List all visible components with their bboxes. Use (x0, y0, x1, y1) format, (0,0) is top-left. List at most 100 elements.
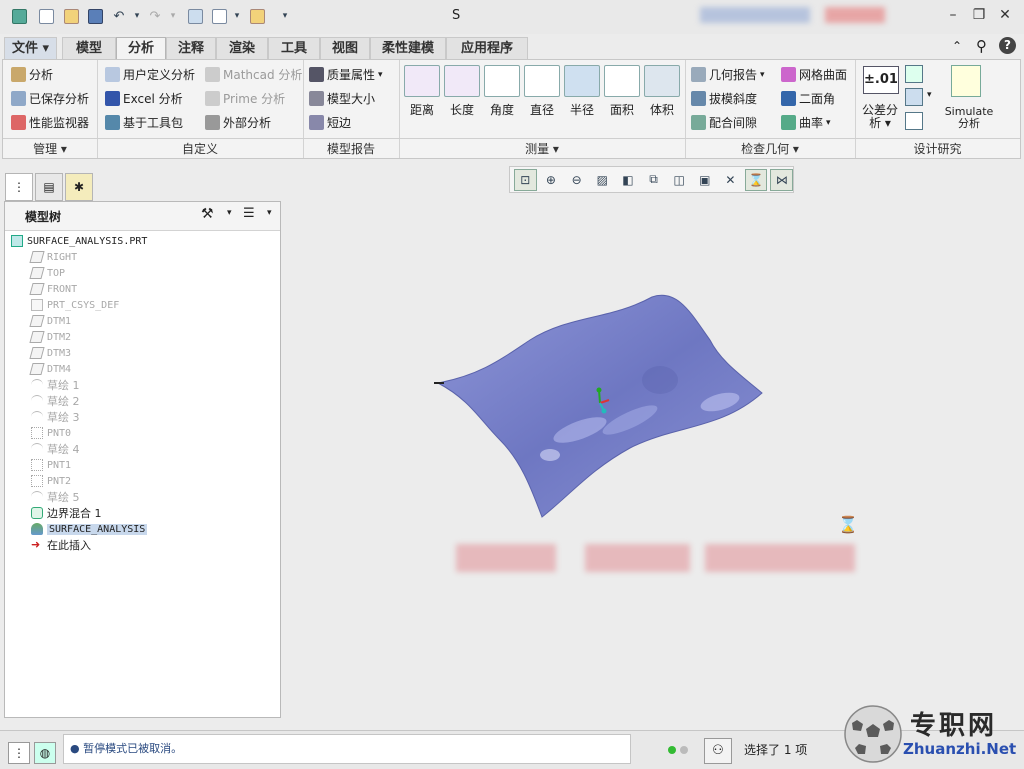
tree-item[interactable]: ➜ 在此插入 (31, 537, 91, 553)
tree-item[interactable]: RIGHT (29, 249, 77, 265)
save-icon[interactable] (86, 7, 104, 25)
mass-properties-button[interactable]: 质量属性 ▾ (309, 66, 383, 83)
tree-item[interactable]: 草绘 4 (31, 441, 80, 457)
collapse-ribbon-icon[interactable]: ⌃ (952, 39, 962, 53)
measure-area-button[interactable]: 面积 (603, 65, 641, 118)
tree-settings-dropdown-icon[interactable]: ▾ (227, 208, 232, 218)
feasibility-icon[interactable] (905, 112, 923, 130)
redo-dropdown-icon[interactable]: ▾ (164, 7, 182, 25)
curvature-button[interactable]: 曲率 ▾ (781, 114, 831, 131)
toggle-navigator-icon[interactable]: ⋮ (8, 742, 30, 764)
saved-orientations-icon[interactable]: ⧉ (642, 169, 665, 191)
minimize-icon[interactable]: – (944, 6, 962, 24)
sensitivity-icon[interactable] (905, 65, 923, 83)
user-defined-analysis-button[interactable]: 用户定义分析 (105, 66, 195, 83)
clearance-button[interactable]: 配合间隙 (691, 114, 757, 131)
tab-annotate[interactable]: 注释 (166, 37, 216, 59)
tree-item[interactable]: PRT_CSYS_DEF (31, 297, 119, 313)
tree-item[interactable]: SURFACE_ANALYSIS (31, 521, 148, 537)
close-window-icon[interactable] (248, 7, 266, 25)
optimization-icon[interactable] (905, 88, 923, 106)
group-measure-label[interactable]: 测量 ▾ (399, 138, 685, 159)
tab-view[interactable]: 视图 (320, 37, 370, 59)
geometry-report-button[interactable]: 几何报告 ▾ (691, 66, 765, 83)
tree-item[interactable]: DTM2 (29, 329, 71, 345)
refit-icon[interactable]: ⊡ (514, 168, 537, 191)
simulate-analysis-button[interactable]: Simulate 分析 (941, 106, 997, 130)
draft-button[interactable]: 拔模斜度 (691, 90, 757, 107)
search-icon[interactable]: ⚲ (976, 37, 987, 55)
windows-icon[interactable] (210, 7, 228, 25)
quick-access-menu-icon[interactable]: ▾ (276, 7, 294, 25)
restore-icon[interactable]: ❐ (970, 6, 988, 24)
tree-item[interactable]: DTM1 (29, 313, 71, 329)
tree-item[interactable]: 草绘 1 (31, 377, 80, 393)
toolkit-analysis-button[interactable]: 基于工具包 (105, 114, 183, 131)
dihedral-button[interactable]: 二面角 (781, 90, 835, 107)
tolerance-analysis-button[interactable]: 公差分析 ▾ (861, 104, 899, 130)
help-icon[interactable]: ? (999, 37, 1016, 54)
tab-analysis[interactable]: 分析 (116, 37, 166, 61)
measure-distance-button[interactable]: 距离 (403, 65, 441, 118)
tree-item[interactable]: 草绘 2 (31, 393, 80, 409)
excel-analysis-button[interactable]: Excel 分析 (105, 90, 183, 107)
tree-show-icon[interactable]: ☰ (243, 206, 255, 221)
undo-dropdown-icon[interactable]: ▾ (128, 7, 146, 25)
tab-tools[interactable]: 工具 (268, 37, 320, 59)
measure-diameter-button[interactable]: 直径 (523, 65, 561, 118)
toggle-browser-icon[interactable]: ◍ (34, 742, 56, 764)
tree-item[interactable]: 草绘 5 (31, 489, 80, 505)
windows-dropdown-icon[interactable]: ▾ (228, 7, 246, 25)
redo-icon[interactable]: ↷ (146, 7, 164, 25)
view-manager-icon[interactable]: ◫ (668, 169, 691, 191)
surface-model[interactable] (420, 280, 780, 530)
prime-analysis-button[interactable]: Prime 分析 (205, 90, 285, 107)
tree-item[interactable]: TOP (29, 265, 65, 281)
tree-root[interactable]: SURFACE_ANALYSIS.PRT (11, 233, 147, 249)
new-file-icon[interactable] (37, 7, 55, 25)
tab-file[interactable]: 文件 ▾ (4, 37, 57, 59)
annotation-display-icon[interactable]: ⌛ (744, 168, 768, 191)
perspective-icon[interactable]: ▣ (693, 169, 716, 191)
close-icon[interactable]: ✕ (996, 6, 1014, 24)
tree-item[interactable]: PNT1 (31, 457, 71, 473)
tab-model[interactable]: 模型 (62, 37, 116, 59)
measure-angle-button[interactable]: 角度 (483, 65, 521, 118)
external-analysis-button[interactable]: 外部分析 (205, 114, 271, 131)
tree-item[interactable]: PNT0 (31, 425, 71, 441)
analysis-button[interactable]: 分析 (11, 66, 53, 83)
favorites-tab-icon[interactable]: ✱ (65, 173, 93, 201)
spin-center-icon[interactable]: ⋈ (770, 168, 794, 191)
group-inspect-label[interactable]: 检查几何 ▾ (685, 138, 855, 159)
model-tree-tab-icon[interactable]: ⋮ (5, 173, 33, 201)
tab-render[interactable]: 渲染 (216, 37, 268, 59)
regenerate-icon[interactable] (186, 7, 204, 25)
tree-item[interactable]: 草绘 3 (31, 409, 80, 425)
optimization-dropdown-icon[interactable]: ▾ (927, 90, 932, 100)
tree-item[interactable]: DTM3 (29, 345, 71, 361)
tree-item[interactable]: PNT2 (31, 473, 71, 489)
undo-icon[interactable]: ↶ (110, 7, 128, 25)
open-file-icon[interactable] (62, 7, 80, 25)
zoom-out-icon[interactable]: ⊖ (565, 169, 588, 191)
display-style-icon[interactable]: ◧ (617, 169, 640, 191)
short-edge-button[interactable]: 短边 (309, 114, 351, 131)
measure-radius-button[interactable]: 半径 (563, 65, 601, 118)
tree-settings-icon[interactable]: ⚒ (201, 206, 214, 222)
tree-show-dropdown-icon[interactable]: ▾ (267, 208, 272, 218)
tolerance-icon[interactable]: ±.01 (863, 66, 899, 94)
mathcad-analysis-button[interactable]: Mathcad 分析 (205, 66, 302, 83)
zoom-in-icon[interactable]: ⊕ (540, 169, 563, 191)
mesh-surface-button[interactable]: 网格曲面 (781, 66, 847, 83)
folder-browser-tab-icon[interactable]: ▤ (35, 173, 63, 201)
saved-analysis-button[interactable]: 已保存分析 (11, 90, 89, 107)
tab-applications[interactable]: 应用程序 (446, 37, 528, 59)
group-manage-label[interactable]: 管理 ▾ (3, 138, 97, 159)
tab-flexible-modeling[interactable]: 柔性建模 (370, 37, 446, 59)
model-size-button[interactable]: 模型大小 (309, 90, 375, 107)
performance-monitor-button[interactable]: 性能监视器 (11, 114, 89, 131)
tree-item[interactable]: 边界混合 1 (31, 505, 102, 521)
datum-display-icon[interactable]: ✕ (719, 169, 742, 191)
tree-item[interactable]: FRONT (29, 281, 77, 297)
repaint-icon[interactable]: ▨ (591, 169, 614, 191)
